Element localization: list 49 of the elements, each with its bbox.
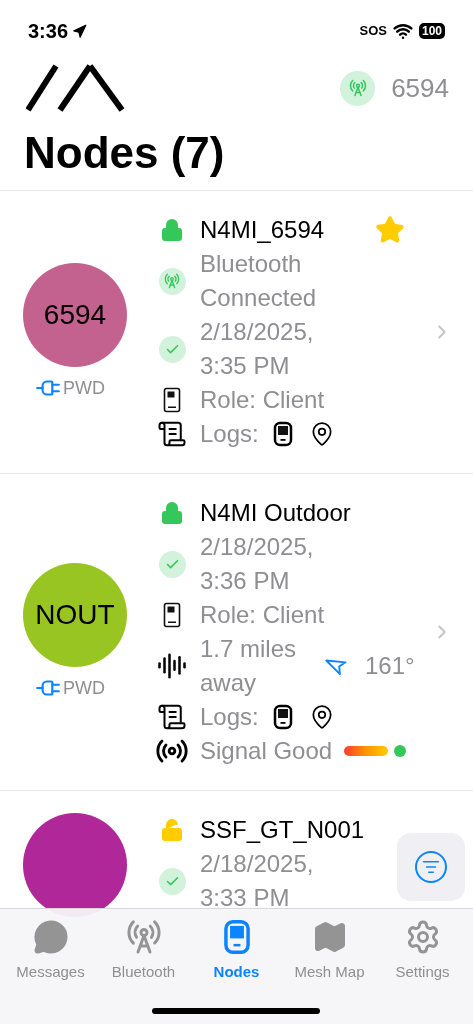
tab-bar-item[interactable]: Messages xyxy=(5,919,96,984)
heading-text: 161° xyxy=(365,651,415,681)
node-detail-text: 2/18/2025, 3:36 PM xyxy=(200,532,315,596)
node-detail-text: Role: Client xyxy=(200,385,325,415)
star-icon xyxy=(375,215,405,245)
node-name: N4MI_6594 xyxy=(200,215,325,245)
node-detail-text: Signal Good xyxy=(200,736,333,766)
node-detail-text: 2/18/2025, 3:35 PM xyxy=(200,317,315,381)
scroll-icon xyxy=(157,419,187,449)
tab-bar-item[interactable]: Mesh Map xyxy=(284,919,375,984)
scroll-icon xyxy=(157,702,187,732)
node-detail-text: Role: Client xyxy=(200,600,325,630)
node-detail-text: Logs: xyxy=(200,419,259,449)
check-icon xyxy=(158,335,186,363)
tab-bar-item[interactable]: Bluetooth xyxy=(98,919,189,984)
antenna-icon xyxy=(158,267,186,295)
node-detail-text: Bluetooth Connected xyxy=(200,249,318,313)
node-detail-text: Logs: xyxy=(200,702,259,732)
page-title: Nodes (7) xyxy=(0,116,473,191)
node-short-name: 6594 xyxy=(43,297,107,332)
tab-bar-item[interactable]: Nodes xyxy=(191,919,282,984)
status-time: 3:36 xyxy=(28,19,69,44)
antenna-icon xyxy=(124,919,163,955)
sos-label: SOS xyxy=(359,22,387,41)
filter-icon xyxy=(422,858,440,876)
battery-icon: 100 xyxy=(418,23,445,39)
node-detail-text: 2/18/2025, 3:33 PM xyxy=(200,849,315,913)
filter-button[interactable] xyxy=(397,833,465,901)
location-icon xyxy=(72,23,88,39)
device-icon xyxy=(272,421,293,447)
node-name: SSF_GT_N001 xyxy=(200,815,365,845)
tab-bar-item[interactable]: Settings xyxy=(377,919,468,984)
signal-bar xyxy=(344,746,389,756)
node-short-name: NOUT xyxy=(35,597,115,632)
power-label: PWD xyxy=(63,676,105,700)
device-icon xyxy=(163,387,181,413)
check-icon xyxy=(158,550,186,578)
power-label: PWD xyxy=(63,376,105,400)
node-detail-text: 1.7 miles away xyxy=(200,634,298,698)
device-icon xyxy=(163,602,181,628)
check-icon xyxy=(158,867,186,895)
connected-node-label: 6594 xyxy=(391,71,449,105)
waveform-icon xyxy=(157,651,187,681)
wifi-icon xyxy=(392,21,413,41)
connected-icon xyxy=(340,70,376,106)
device-icon xyxy=(222,919,251,955)
logo-icon xyxy=(26,62,126,114)
device-icon xyxy=(272,704,293,730)
node-name: N4MI Outdoor xyxy=(200,498,351,528)
